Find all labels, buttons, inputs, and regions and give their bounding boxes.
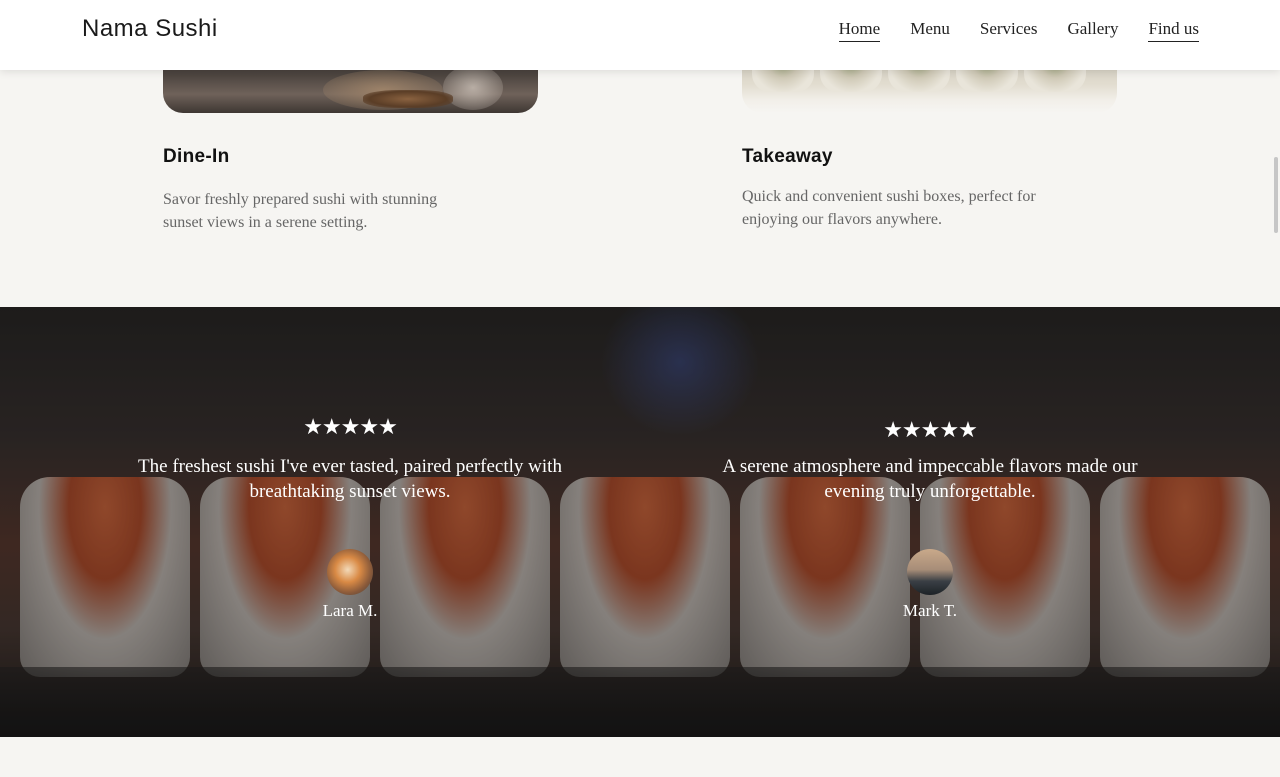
takeaway-title: Takeaway	[742, 146, 833, 167]
main-nav: Home Menu Services Gallery Find us	[838, 19, 1199, 42]
testimonials-section: ★★★★★ The freshest sushi I've ever taste…	[0, 307, 1280, 737]
testimonial-card: ★★★★★ The freshest sushi I've ever taste…	[125, 415, 575, 621]
testimonial-quote: The freshest sushi I've ever tasted, pai…	[138, 456, 562, 502]
reviewer-name: Lara M.	[322, 601, 378, 620]
dine-in-title: Dine-In	[163, 146, 230, 167]
reviewer-name: Mark T.	[902, 601, 958, 620]
page-scrollbar[interactable]	[1274, 157, 1278, 233]
site-header: Nama Sushi Home Menu Services Gallery Fi…	[0, 0, 1280, 70]
avatar	[327, 549, 373, 595]
avatar	[907, 549, 953, 595]
testimonial-quote: A serene atmosphere and impeccable flavo…	[722, 456, 1138, 502]
nav-find-us-link[interactable]: Find us	[1148, 19, 1199, 42]
nav-menu-link[interactable]: Menu	[910, 19, 950, 42]
rating-stars-icon: ★★★★★	[303, 415, 398, 440]
nav-home-link[interactable]: Home	[838, 19, 881, 42]
nav-gallery-link[interactable]: Gallery	[1067, 19, 1118, 42]
nav-services-link[interactable]: Services	[980, 19, 1038, 42]
takeaway-description: Quick and convenient sushi boxes, perfec…	[742, 188, 1036, 228]
brand-logo-text[interactable]: Nama Sushi	[82, 15, 218, 43]
dine-in-description: Savor freshly prepared sushi with stunni…	[163, 191, 438, 231]
rating-stars-icon: ★★★★★	[883, 418, 978, 443]
testimonial-card: ★★★★★ A serene atmosphere and impeccable…	[705, 418, 1155, 621]
